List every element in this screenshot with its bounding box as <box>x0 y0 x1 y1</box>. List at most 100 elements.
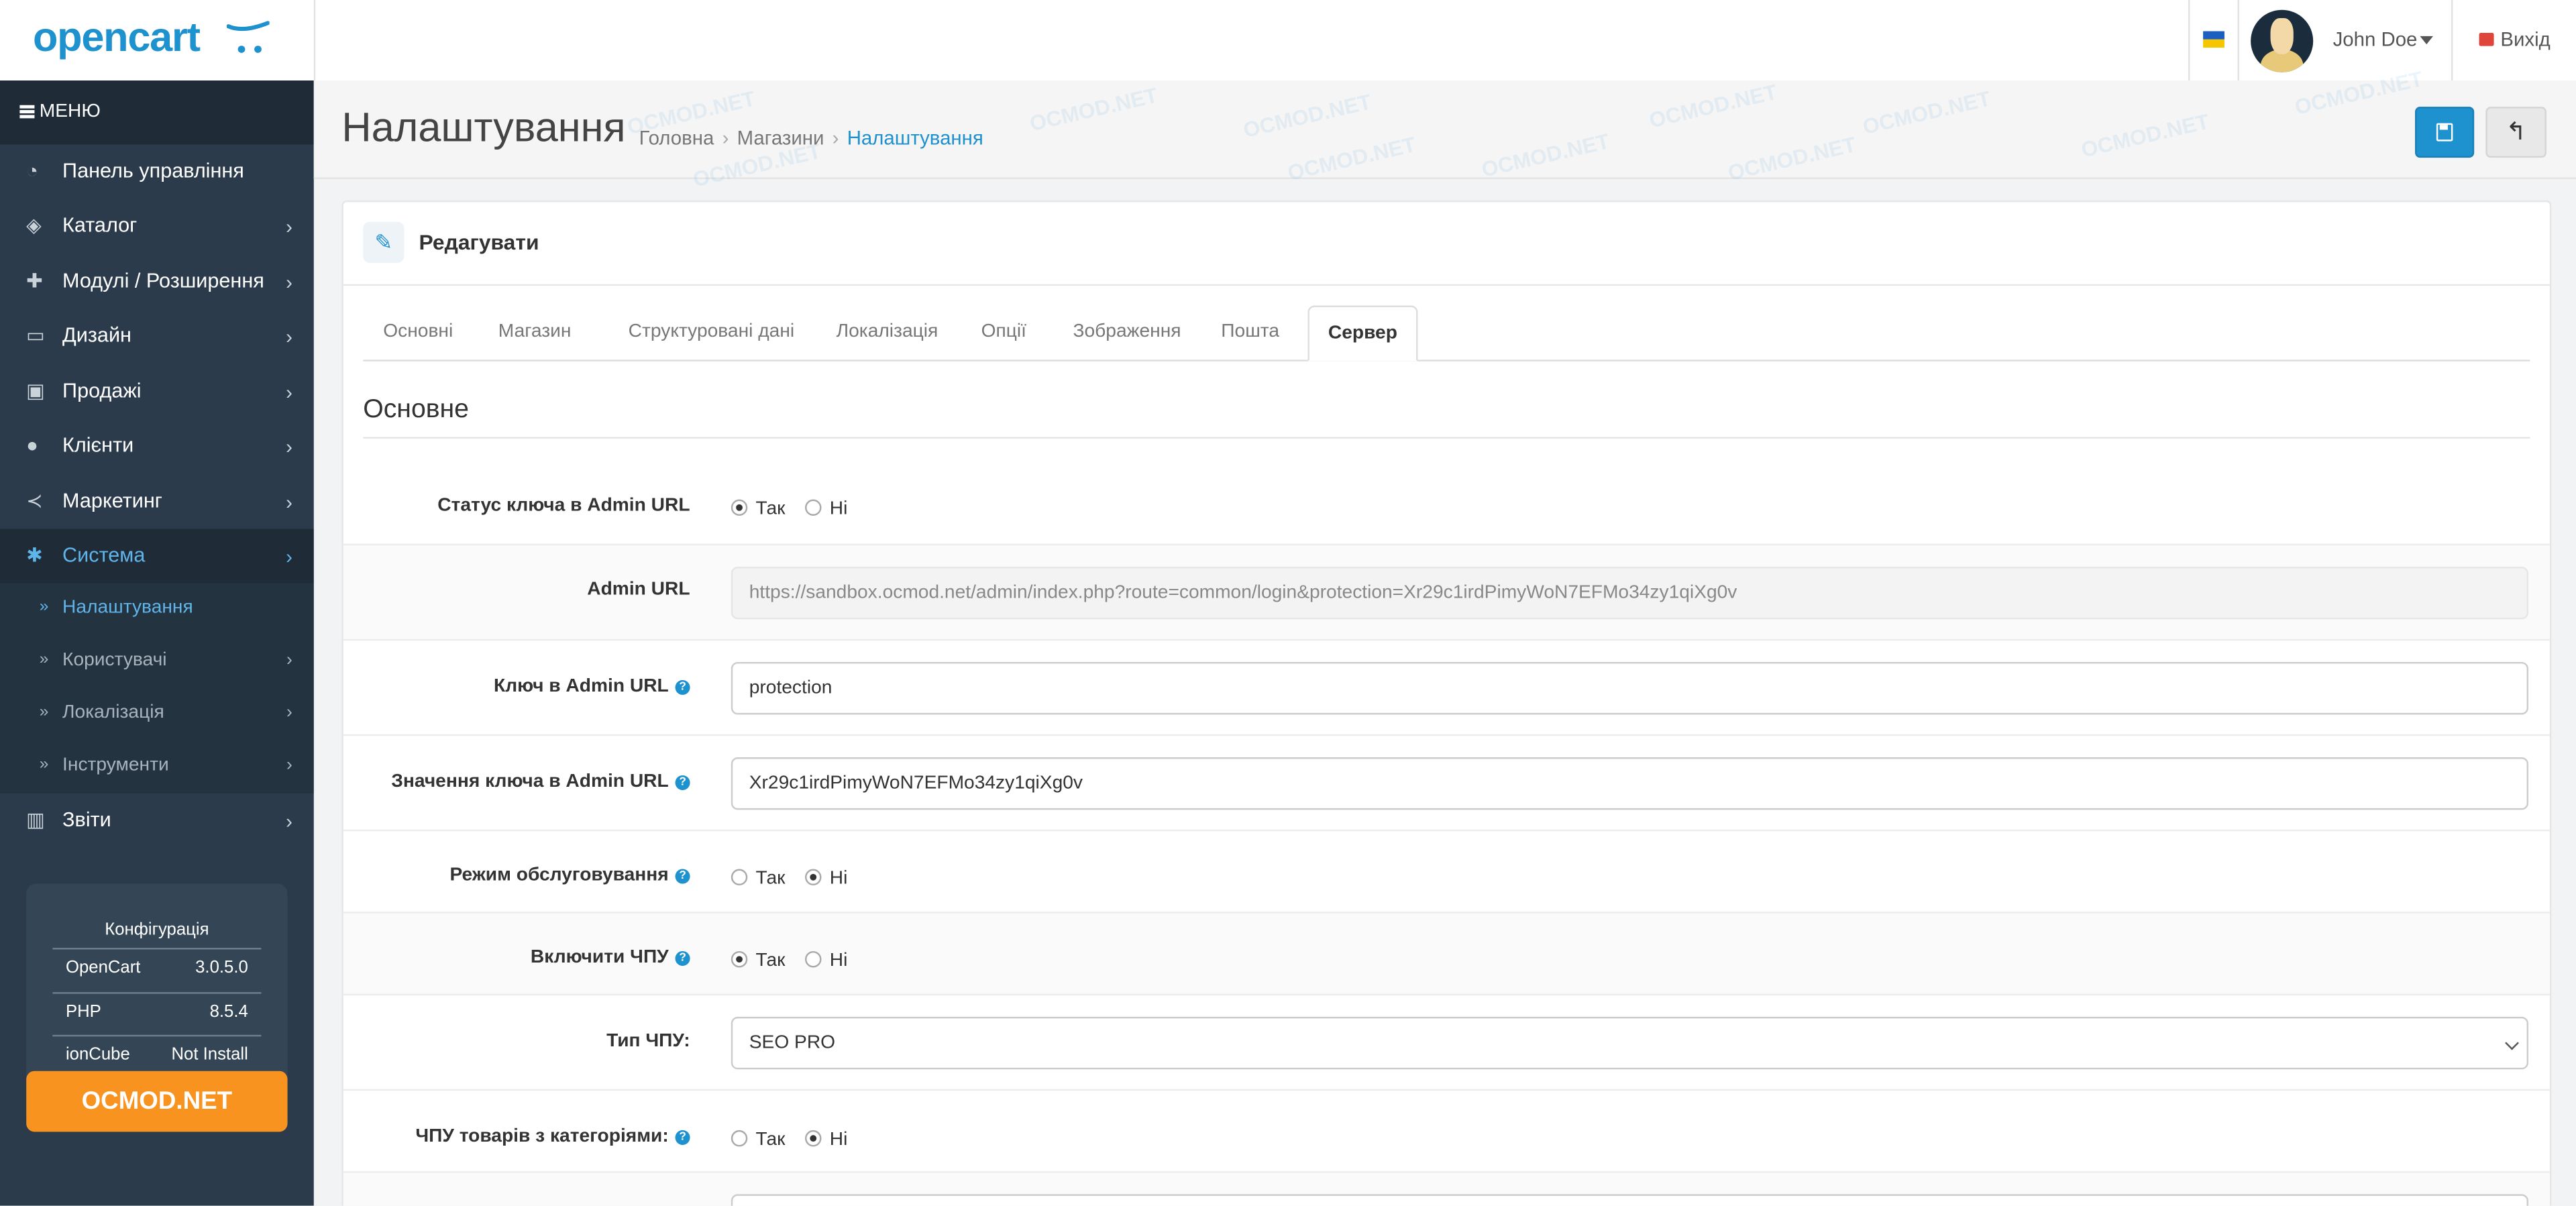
tab-mail[interactable]: Пошта <box>1211 306 1290 360</box>
form-row-admin-key-value: Значення ключа в Admin URL? Xr29c1irdPim… <box>343 734 2550 831</box>
user-name[interactable]: John Doe <box>2333 28 2418 51</box>
sidebar-item-label: Модулі / Розширення <box>62 269 264 292</box>
field-label-text: Режим обслуговування <box>449 865 669 886</box>
admin-key-field[interactable]: protection <box>731 661 2529 715</box>
ukraine-flag-icon[interactable] <box>2203 31 2224 48</box>
save-button[interactable] <box>2415 107 2475 158</box>
caret-down-icon[interactable] <box>2420 36 2433 45</box>
watermark: OCMOD.NET <box>1646 79 1780 133</box>
radio-maintenance-yes[interactable]: Так <box>731 869 786 889</box>
watermark: OCMOD.NET <box>1725 131 1859 186</box>
radio-seo-url-no[interactable]: Ні <box>805 950 847 971</box>
form-row-seo-categories: ЧПУ товарів з категоріями:? Так Ні <box>343 1089 2550 1173</box>
form-row-seo-type: Тип ЧПУ: SEO PRO <box>343 993 2550 1091</box>
chevron-right-icon: › <box>286 435 292 459</box>
back-button[interactable]: ↰ <box>2485 107 2546 158</box>
tab-options[interactable]: Опції <box>969 306 1038 360</box>
tab-structured-data[interactable]: Структуровані дані <box>604 306 818 360</box>
sidebar-subitem-label: Локалізація <box>62 703 164 723</box>
sidebar-subitem-localisation[interactable]: » Локалізація › <box>0 688 314 741</box>
breadcrumb-stores[interactable]: Магазини <box>737 127 824 150</box>
page-title: Налаштування <box>341 105 626 152</box>
sidebar-subitem-tools[interactable]: » Інструменти › <box>0 741 314 793</box>
sidebar-item-label: Маркетинг <box>62 489 162 513</box>
sign-out-icon <box>2479 32 2494 46</box>
field-label: Режим обслуговування? <box>449 866 690 885</box>
double-chevron-icon: » <box>39 703 49 722</box>
header-divider <box>2188 0 2190 81</box>
tab-general[interactable]: Основні <box>363 306 473 360</box>
radio-label: Так <box>755 950 786 971</box>
config-title: Конфігурація <box>105 920 209 940</box>
radio-seo-url-yes[interactable]: Так <box>731 950 786 971</box>
sidebar-item-reports[interactable]: ▥ Звіти › <box>0 793 314 848</box>
sidebar-item-modules[interactable]: ✚ Модулі / Розширення › <box>0 255 314 309</box>
logout-link[interactable]: Вихід <box>2479 28 2551 51</box>
radio-checked <box>805 1130 822 1147</box>
watermark: OCMOD.NET <box>2078 109 2212 162</box>
field-label-text: Ключ в Admin URL <box>494 676 669 697</box>
config-value: Not Install <box>171 1044 248 1064</box>
sidebar-item-marketing[interactable]: ≺ Маркетинг › <box>0 475 314 529</box>
watermark: OCMOD.NET <box>1027 83 1161 136</box>
watermark: OCMOD.NET <box>1860 85 1993 140</box>
help-icon[interactable]: ? <box>675 950 690 967</box>
sidebar-subitem-label: Користувачі <box>62 650 167 671</box>
panel-heading: ✎ Редагувати <box>343 202 2550 286</box>
logout-label: Вихід <box>2500 28 2551 51</box>
seo-type-select[interactable]: SEO PRO <box>731 1016 2529 1070</box>
radio-label: Так <box>755 1130 786 1150</box>
radio-unchecked <box>731 869 748 886</box>
sidebar-subitem-settings[interactable]: » Налаштування <box>0 583 314 636</box>
sidebar-item-sales[interactable]: ▣ Продажі › <box>0 365 314 419</box>
tab-images[interactable]: Зображення <box>1060 306 1195 360</box>
admin-url-field[interactable]: https://sandbox.ocmod.net/admin/index.ph… <box>731 566 2529 620</box>
tab-localisation[interactable]: Локалізація <box>828 306 946 360</box>
radio-label: Ні <box>829 1130 848 1150</box>
tab-server[interactable]: Сервер <box>1307 305 1418 362</box>
breadcrumb-home[interactable]: Головна <box>639 127 714 150</box>
help-icon[interactable]: ? <box>675 869 690 884</box>
radio-label: Ні <box>829 499 848 519</box>
sidebar-item-catalog[interactable]: ◈ Каталог › <box>0 199 314 253</box>
sidebar-item-customers[interactable]: ● Клієнти › <box>0 419 314 473</box>
menu-toggle[interactable]: МЕНЮ <box>0 80 314 145</box>
admin-page: opencart John Doe Вихід МЕНЮ ◔ Панель уп… <box>0 0 2576 1206</box>
admin-key-value-field[interactable]: Xr29c1irdPimyWoN7EFMo34zy1qiXg0v <box>731 757 2529 810</box>
double-chevron-icon: » <box>39 650 49 669</box>
tab-store[interactable]: Магазин <box>482 306 588 360</box>
breadcrumb-current[interactable]: Налаштування <box>847 127 983 150</box>
radio-maintenance-no[interactable]: Ні <box>805 869 847 889</box>
puzzle-icon: ✚ <box>26 269 43 292</box>
chevron-right-icon: › <box>286 810 292 833</box>
config-row: PHP 8.5.4 <box>52 992 262 1030</box>
help-icon[interactable]: ? <box>675 679 690 695</box>
hamburger-icon <box>19 105 35 119</box>
sidebar-item-design[interactable]: ▭ Дизайн › <box>0 309 314 363</box>
sidebar-subitem-label: Налаштування <box>62 598 193 618</box>
sidebar-subitem-users[interactable]: » Користувачі › <box>0 635 314 689</box>
sidebar-item-label: Клієнти <box>62 433 134 457</box>
form-row-next <box>343 1171 2550 1206</box>
chevron-right-icon: › <box>286 650 292 671</box>
user-icon: ● <box>26 433 38 457</box>
radio-admin-key-status-no[interactable]: Ні <box>805 499 848 519</box>
ocmod-promo-button[interactable]: OCMOD.NET <box>26 1071 288 1132</box>
config-key: ionCube <box>65 1044 130 1064</box>
watermark: OCMOD.NET <box>1285 131 1418 186</box>
sidebar-item-system[interactable]: ✱ Система › <box>0 529 314 584</box>
help-icon[interactable]: ? <box>675 775 690 790</box>
radio-admin-key-status-yes[interactable]: Так <box>731 499 785 519</box>
radio-label: Так <box>755 869 786 889</box>
chevron-right-icon: › <box>286 215 292 239</box>
user-avatar[interactable] <box>2251 9 2314 72</box>
dashboard-icon: ◔ <box>26 159 38 182</box>
radio-seo-categories-no[interactable]: Ні <box>805 1130 847 1150</box>
radio-seo-categories-yes[interactable]: Так <box>731 1130 786 1150</box>
next-field[interactable] <box>731 1194 2529 1206</box>
logo[interactable]: opencart <box>0 0 316 81</box>
help-icon[interactable]: ? <box>675 1130 690 1145</box>
sidebar-item-dashboard[interactable]: ◔ Панель управління <box>0 145 314 199</box>
radio-checked <box>731 950 748 968</box>
chevron-right-icon: › <box>286 271 292 294</box>
